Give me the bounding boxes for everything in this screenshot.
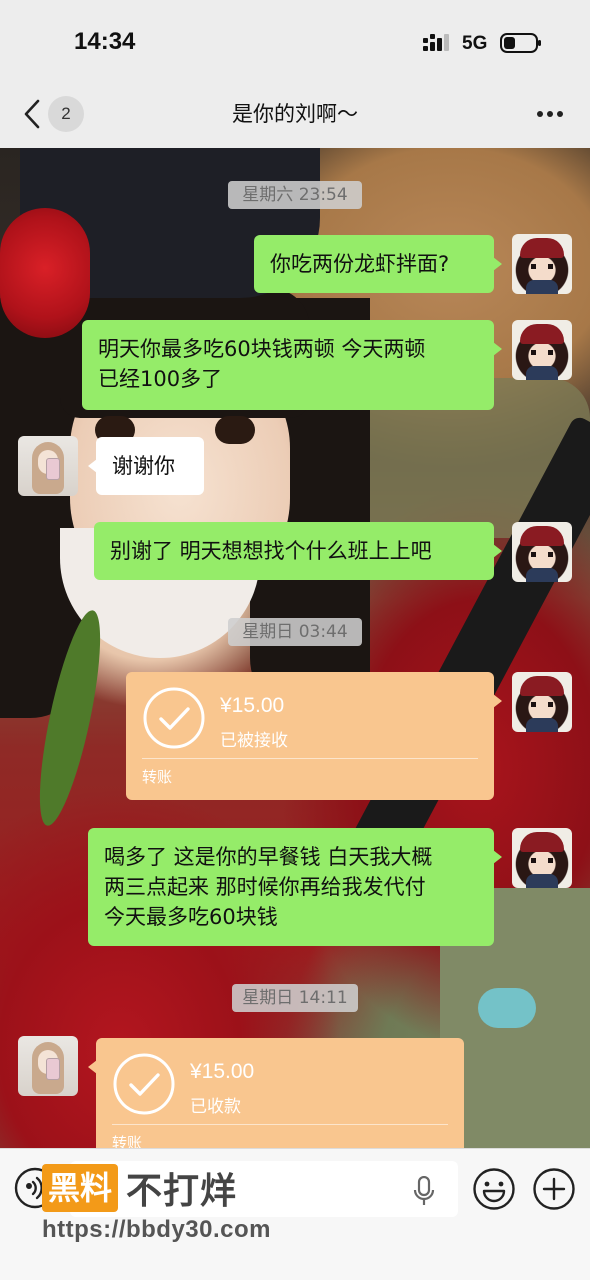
outgoing-message[interactable]: 别谢了 明天想想找个什么班上上吧	[94, 522, 502, 580]
timestamp: 星期六 23:54	[228, 181, 362, 209]
transfer-amount: ¥15.00	[220, 694, 285, 717]
transfer-accepted-icon	[143, 687, 205, 749]
battery-icon	[500, 33, 541, 53]
my-avatar[interactable]	[512, 522, 572, 582]
incoming-message[interactable]: 谢谢你	[88, 437, 204, 495]
more-actions-plus-icon[interactable]	[532, 1167, 576, 1211]
my-avatar[interactable]	[512, 234, 572, 294]
transfer-card[interactable]: ¥15.00 已被接收 转账	[126, 672, 502, 800]
status-bar: 14:34 5G	[0, 0, 590, 88]
more-options-icon[interactable]	[536, 110, 564, 118]
timestamp: 星期日 14:11	[232, 984, 358, 1012]
watermark-url: https://bbdy30.com	[42, 1216, 272, 1243]
divider	[112, 1124, 448, 1125]
outgoing-message[interactable]: 喝多了 这是你的早餐钱 白天我大概 两三点起来 那时候你再给我发代付 今天最多吃…	[88, 828, 502, 946]
signal-icon	[423, 34, 449, 51]
chat-title: 是你的刘啊～	[232, 102, 358, 126]
emoji-icon[interactable]	[472, 1167, 516, 1211]
nav-bar: 2 是你的刘啊～	[0, 88, 590, 148]
watermark-badge: 黑料	[42, 1164, 119, 1212]
my-avatar[interactable]	[512, 828, 572, 888]
transfer-label: 转账	[112, 1134, 143, 1148]
my-avatar[interactable]	[512, 320, 572, 380]
transfer-label: 转账	[142, 768, 173, 786]
transfer-card[interactable]: ¥15.00 已收款 转账	[88, 1038, 464, 1148]
transfer-received-icon	[113, 1053, 175, 1115]
outgoing-message[interactable]: 你吃两份龙虾拌面?	[254, 235, 502, 293]
transfer-status: 已被接收	[220, 731, 288, 751]
chat-background[interactable]: 星期六 23:54 你吃两份龙虾拌面? 明天你最多吃60块钱两顿 今天两顿 已经…	[0, 148, 590, 1148]
unread-count-badge[interactable]: 2	[48, 96, 84, 132]
divider	[142, 758, 478, 759]
my-avatar[interactable]	[512, 672, 572, 732]
transfer-amount: ¥15.00	[190, 1060, 255, 1083]
microphone-icon[interactable]	[412, 1176, 436, 1206]
outgoing-message[interactable]: 明天你最多吃60块钱两顿 今天两顿 已经100多了	[82, 320, 502, 410]
timestamp: 星期日 03:44	[228, 618, 362, 646]
network-label: 5G	[462, 33, 488, 54]
contact-avatar[interactable]	[18, 436, 78, 496]
transfer-status: 已收款	[190, 1097, 241, 1117]
watermark-logo: 黑料 不打烊	[42, 1162, 237, 1214]
contact-avatar[interactable]	[18, 1036, 78, 1096]
back-icon[interactable]	[22, 98, 42, 130]
status-time: 14:34	[74, 28, 136, 55]
watermark-text: 不打烊	[126, 1171, 238, 1212]
